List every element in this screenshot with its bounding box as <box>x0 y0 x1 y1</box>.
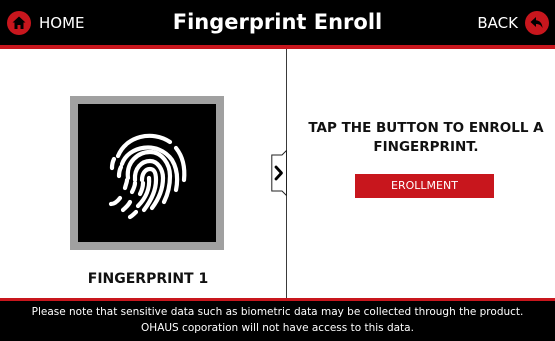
fingerprint-frame <box>70 96 224 250</box>
fingerprint-panel: FINGERPRINT 1 <box>0 49 286 298</box>
privacy-notice-line-2: OHAUS coporation will not have access to… <box>141 322 414 334</box>
instruction-line-2: FINGERPRINT. <box>373 139 479 155</box>
privacy-notice: Please note that sensitive data such as … <box>0 301 555 341</box>
fingerprint-enroll-screen: HOME Fingerprint Enroll BACK FINGERPRINT… <box>0 0 555 341</box>
home-label: HOME <box>39 14 85 32</box>
enrollment-button[interactable]: EROLLMENT <box>355 174 494 198</box>
home-button[interactable]: HOME <box>7 9 85 37</box>
back-arrow-icon <box>525 11 549 35</box>
enroll-instruction: TAP THE BUTTON TO ENROLL A FINGERPRINT. <box>297 119 555 157</box>
back-button[interactable]: BACK <box>477 9 549 37</box>
panel-toggle-chevron-icon[interactable] <box>271 150 287 196</box>
fingerprint-caption: FINGERPRINT 1 <box>87 271 209 287</box>
privacy-notice-line-1: Please note that sensitive data such as … <box>31 306 524 318</box>
back-label: BACK <box>477 14 518 32</box>
fingerprint-icon <box>108 133 187 220</box>
header-bar: HOME Fingerprint Enroll BACK <box>0 0 555 45</box>
home-icon <box>7 11 31 35</box>
fingerprint-image <box>78 104 216 242</box>
enroll-panel: TAP THE BUTTON TO ENROLL A FINGERPRINT. … <box>287 49 555 298</box>
instruction-line-1: TAP THE BUTTON TO ENROLL A <box>308 120 544 136</box>
